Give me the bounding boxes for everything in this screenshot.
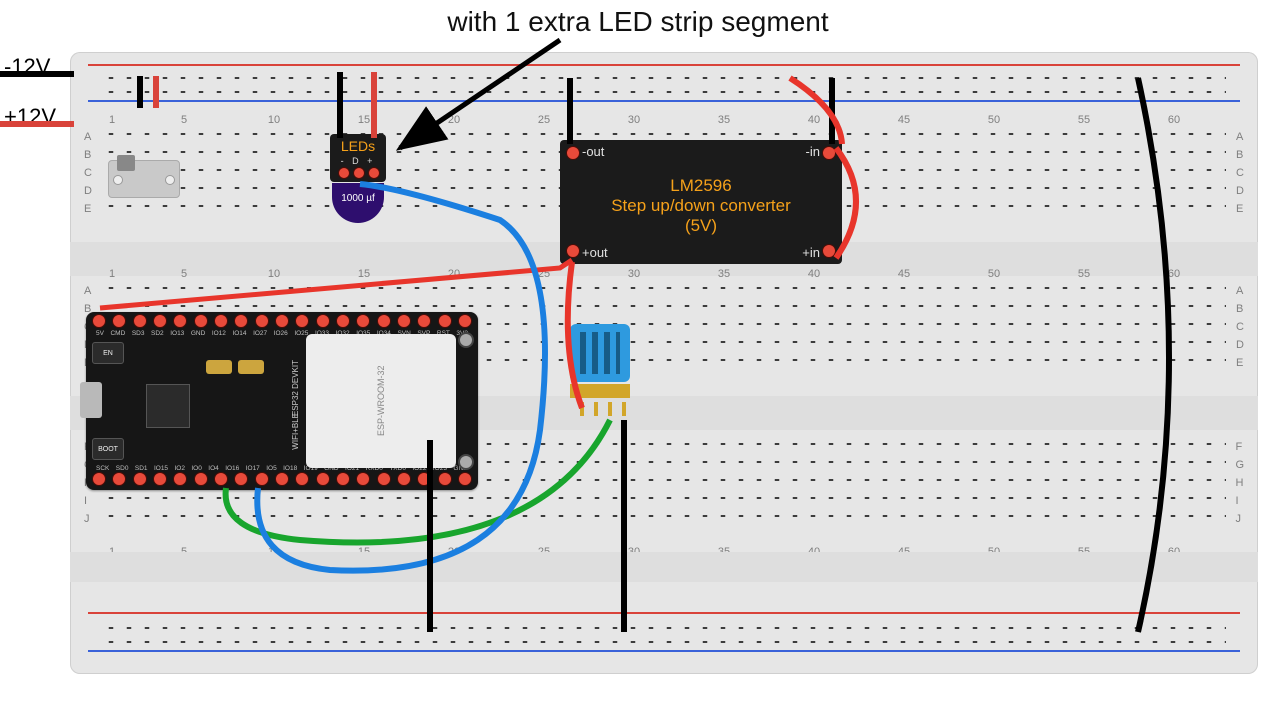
row-letters-upper-left: ABCDE xyxy=(84,128,92,218)
leds-label: LEDs xyxy=(330,134,386,154)
converter-name: LM2596 xyxy=(560,176,842,196)
conv-pin: +in xyxy=(802,245,820,260)
row-letters-lower-right: FGHIJ xyxy=(1235,438,1244,528)
esp32-bot-header xyxy=(92,472,472,488)
diagram-title: with 1 extra LED strip segment xyxy=(447,6,828,38)
converter-line3: (5V) xyxy=(560,216,842,236)
conv-nout: -out xyxy=(582,144,604,159)
usb-port-icon xyxy=(80,382,102,418)
esp-side-text2: WIFI+BLE xyxy=(291,413,300,450)
conv-nin: -in xyxy=(806,144,820,159)
esp32-devkit: 5VCMDSD3SD2IO13GNDIO12IO14IO27IO26IO25IO… xyxy=(86,312,478,490)
neg-12v-label: -12V xyxy=(4,54,50,80)
converter-line2: Step up/down converter xyxy=(560,196,842,216)
leds-connector: LEDs - D + xyxy=(330,134,386,182)
boot-button: BOOT xyxy=(92,438,124,460)
pos-12v-label: +12V xyxy=(4,104,56,130)
lm2596-converter: LM2596 Step up/down converter (5V) -out … xyxy=(560,140,842,264)
row-letters-upper-right: ABCDE xyxy=(1236,128,1244,218)
conv-pout: +out xyxy=(582,245,608,260)
dht-sensor xyxy=(570,324,630,410)
en-button: EN xyxy=(92,342,124,364)
mcu-chip-icon xyxy=(146,384,190,428)
esp32-top-header xyxy=(92,314,472,330)
esp-shield: ESP-WROOM-32 xyxy=(306,334,456,468)
slide-switch xyxy=(108,160,180,198)
leds-pin-labels: - D + xyxy=(330,156,386,166)
esp-side-text1: ESP32 DEVKIT xyxy=(291,360,300,416)
